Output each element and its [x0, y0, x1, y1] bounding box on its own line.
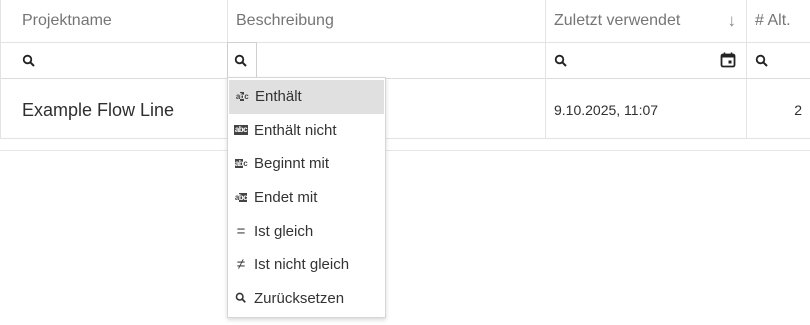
menu-item-label: Enthält nicht — [254, 121, 337, 139]
cell-alt-text: 2 — [794, 102, 802, 118]
menu-item-label: Ist nicht gleich — [254, 256, 350, 274]
menu-item-endet-mit[interactable]: abc Endet mit — [228, 181, 385, 215]
filter-projektname[interactable] — [0, 42, 227, 78]
header-projektname-label: Projektname — [22, 12, 112, 29]
menu-item-enthaelt-nicht[interactable]: abc Enthält nicht — [228, 114, 385, 148]
search-icon[interactable] — [755, 54, 769, 68]
header-zuletzt-verwendet[interactable]: Zuletzt verwendet ↓ — [545, 0, 746, 42]
filter-alt[interactable] — [746, 42, 810, 78]
menu-item-zuruecksetzen[interactable]: Zurücksetzen — [228, 282, 385, 316]
filter-beschreibung[interactable] — [227, 42, 545, 78]
menu-item-label: Beginnt mit — [254, 155, 330, 173]
menu-item-label: Endet mit — [254, 189, 318, 207]
contains-icon: abc — [235, 91, 249, 101]
menu-item-enthaelt[interactable]: abc Enthält — [229, 80, 384, 114]
search-icon[interactable] — [22, 54, 36, 68]
menu-item-ist-gleich[interactable]: = Ist gleich — [228, 214, 385, 248]
header-alt-label: # Alt. — [755, 12, 791, 29]
search-icon — [233, 292, 249, 304]
cell-projektname[interactable]: Example Flow Line — [0, 78, 227, 138]
filter-zuletzt-verwendet[interactable] — [545, 42, 746, 78]
menu-item-beginnt-mit[interactable]: abc Beginnt mit — [228, 147, 385, 181]
search-icon[interactable] — [554, 54, 568, 68]
equals-icon: = — [236, 222, 246, 240]
not-equals-icon: ≠ — [236, 256, 246, 274]
starts-with-icon: abc — [234, 158, 248, 168]
cell-alt[interactable]: 2 — [746, 78, 810, 138]
menu-item-ist-nicht-gleich[interactable]: ≠ Ist nicht gleich — [228, 248, 385, 282]
cell-zuletzt-verwendet-text: 9.10.2025, 11:07 — [554, 102, 659, 118]
sort-descending-icon[interactable]: ↓ — [728, 11, 737, 31]
grid-header-row: Projektname Beschreibung Zuletzt verwend… — [0, 0, 810, 43]
cell-projektname-text: Example Flow Line — [22, 100, 175, 120]
header-beschreibung[interactable]: Beschreibung — [227, 0, 545, 42]
calendar-icon[interactable] — [720, 52, 736, 68]
header-zuletzt-verwendet-label: Zuletzt verwendet — [554, 12, 681, 29]
ends-with-icon: abc — [234, 192, 248, 202]
menu-item-label: Ist gleich — [254, 222, 314, 240]
grid-filter-row — [0, 42, 810, 79]
projects-grid: Projektname Beschreibung Zuletzt verwend… — [0, 0, 810, 151]
search-icon[interactable] — [234, 54, 248, 68]
cell-zuletzt-verwendet[interactable]: 9.10.2025, 11:07 — [545, 78, 746, 138]
table-row[interactable]: Example Flow Line 9.10.2025, 11:07 2 — [0, 78, 810, 139]
not-contains-icon: abc — [233, 125, 249, 136]
header-beschreibung-label: Beschreibung — [236, 12, 334, 29]
header-projektname[interactable]: Projektname — [0, 0, 227, 42]
menu-item-label: Enthält — [255, 88, 302, 106]
filter-operator-menu: abc Enthält abc Enthält nicht abc Beginn… — [227, 77, 386, 318]
menu-item-label: Zurücksetzen — [254, 289, 345, 307]
header-alt[interactable]: # Alt. — [746, 0, 810, 42]
